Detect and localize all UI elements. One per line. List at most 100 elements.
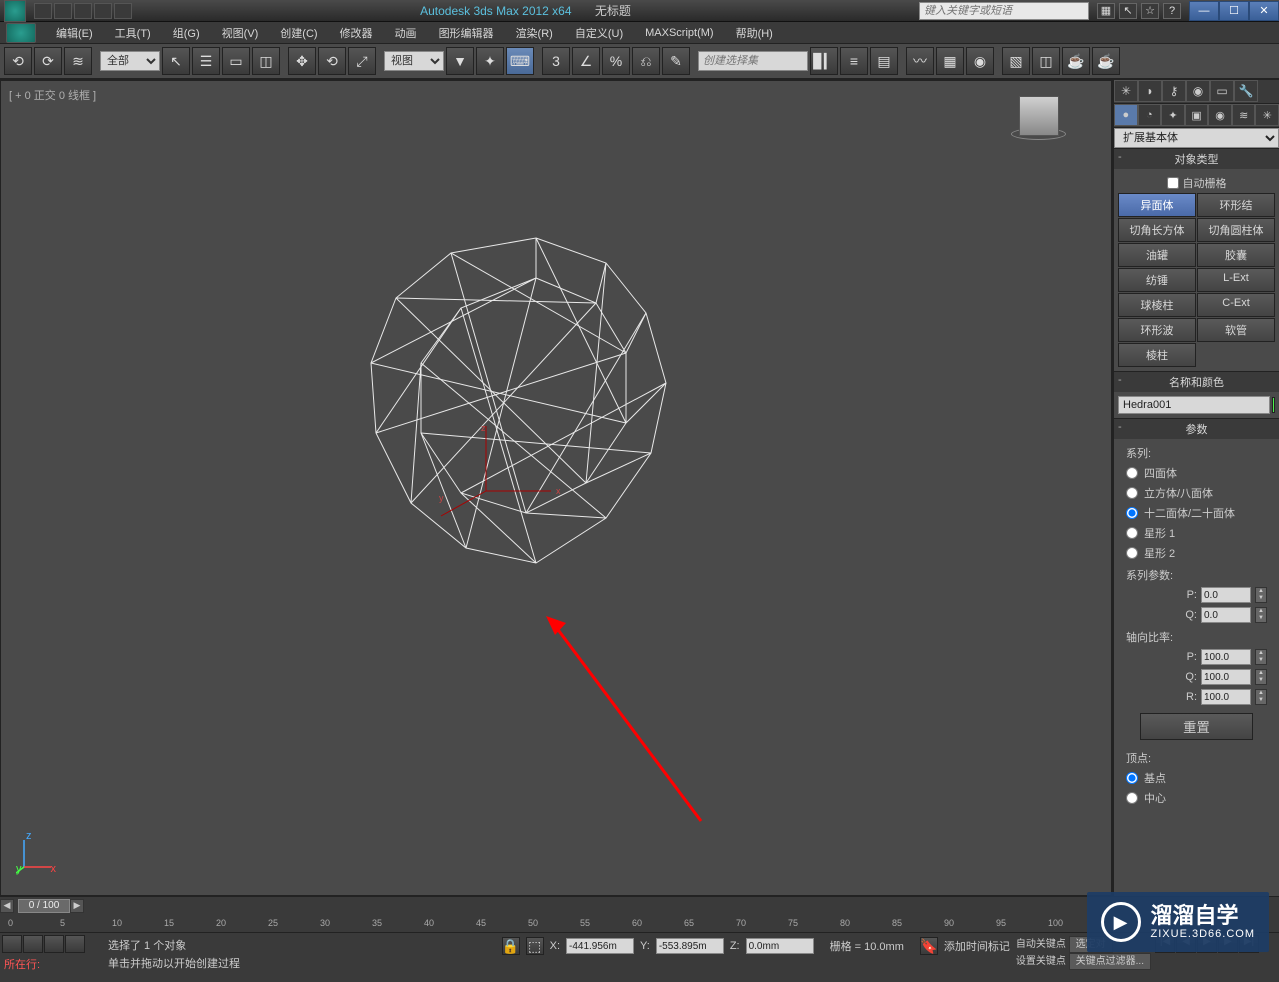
viewport-label[interactable]: [ + 0 正交 0 线框 ] (9, 87, 96, 103)
type-btn-6[interactable]: 纺锤 (1118, 268, 1196, 292)
menu-group[interactable]: 组(G) (163, 23, 210, 43)
p-spinner[interactable]: ▲▼ (1255, 587, 1267, 603)
type-btn-5[interactable]: 胶囊 (1197, 243, 1275, 267)
type-btn-11[interactable]: 软管 (1197, 318, 1275, 342)
type-btn-0[interactable]: 异面体 (1118, 193, 1196, 217)
rotate-icon[interactable]: ⟲ (318, 47, 346, 75)
grid-icon[interactable]: ▦ (1097, 3, 1115, 19)
type-btn-1[interactable]: 环形结 (1197, 193, 1275, 217)
subtab-space[interactable]: ≋ (1232, 104, 1256, 126)
tc-2[interactable] (23, 935, 43, 953)
subtab-helpers[interactable]: ◉ (1208, 104, 1232, 126)
type-btn-9[interactable]: C-Ext (1197, 293, 1275, 317)
ar-input[interactable] (1201, 689, 1251, 705)
family-radio-3[interactable] (1126, 527, 1138, 539)
family-radio-1[interactable] (1126, 487, 1138, 499)
type-btn-7[interactable]: L-Ext (1197, 268, 1275, 292)
select-window-icon[interactable]: ◫ (252, 47, 280, 75)
help-icon[interactable]: ? (1163, 3, 1181, 19)
aq-spinner[interactable]: ▲▼ (1255, 669, 1267, 685)
manip-icon[interactable]: ✦ (476, 47, 504, 75)
pivot-icon[interactable]: ▼ (446, 47, 474, 75)
menu-graph[interactable]: 图形编辑器 (429, 23, 504, 43)
unlink-icon[interactable]: ⟳ (34, 47, 62, 75)
app-menu-icon[interactable] (6, 23, 36, 43)
pointer-icon[interactable]: ↖ (1119, 3, 1137, 19)
vertex-radio-0[interactable] (1126, 772, 1138, 784)
app-icon[interactable] (4, 0, 26, 22)
scale-icon[interactable]: ⤢ (348, 47, 376, 75)
set-key-button[interactable]: 设置关键点 (1016, 956, 1066, 967)
ap-input[interactable] (1201, 649, 1251, 665)
snap-angle-icon[interactable]: ∠ (572, 47, 600, 75)
iso-icon[interactable]: ⬚ (526, 937, 544, 955)
lock-icon[interactable]: 🔒 (502, 937, 520, 955)
minimize-button[interactable]: — (1189, 1, 1219, 21)
p-input[interactable] (1201, 587, 1251, 603)
menu-animation[interactable]: 动画 (385, 23, 427, 43)
key-filter-button[interactable]: 关键点过滤器... (1069, 953, 1151, 970)
tc-1[interactable] (2, 935, 22, 953)
save-icon[interactable] (74, 3, 92, 19)
subtab-cameras[interactable]: ▣ (1185, 104, 1209, 126)
tab-motion[interactable]: ◉ (1186, 80, 1210, 102)
color-swatch[interactable] (1272, 397, 1275, 413)
autogrid-checkbox[interactable] (1167, 177, 1179, 189)
maximize-button[interactable]: ☐ (1219, 1, 1249, 21)
tab-display[interactable]: ▭ (1210, 80, 1234, 102)
render-frame-icon[interactable]: ◫ (1032, 47, 1060, 75)
auto-key-button[interactable]: 自动关键点 (1016, 939, 1066, 950)
tab-utilities[interactable]: 🔧 (1234, 80, 1258, 102)
mirror-icon[interactable]: ▊▎ (810, 47, 838, 75)
family-radio-4[interactable] (1126, 547, 1138, 559)
open-icon[interactable] (54, 3, 72, 19)
params-header[interactable]: 参数 (1114, 419, 1279, 439)
menu-tools[interactable]: 工具(T) (105, 23, 161, 43)
tag-icon[interactable]: 🔖 (920, 937, 938, 955)
family-radio-0[interactable] (1126, 467, 1138, 479)
type-btn-3[interactable]: 切角圆柱体 (1197, 218, 1275, 242)
edit-named-icon[interactable]: ✎ (662, 47, 690, 75)
search-input[interactable] (919, 2, 1089, 20)
material-icon[interactable]: ◉ (966, 47, 994, 75)
object-type-header[interactable]: 对象类型 (1114, 149, 1279, 169)
tab-modify[interactable]: ◗ (1138, 80, 1162, 102)
type-btn-8[interactable]: 球棱柱 (1118, 293, 1196, 317)
select-icon[interactable]: ↖ (162, 47, 190, 75)
type-btn-10[interactable]: 环形波 (1118, 318, 1196, 342)
render-prod-icon[interactable]: ☕ (1092, 47, 1120, 75)
menu-help[interactable]: 帮助(H) (726, 23, 783, 43)
subtab-lights[interactable]: ✦ (1161, 104, 1185, 126)
move-icon[interactable]: ✥ (288, 47, 316, 75)
snap-percent-icon[interactable]: % (602, 47, 630, 75)
subtab-shapes[interactable]: ◔ (1138, 104, 1162, 126)
object-name-input[interactable] (1118, 396, 1270, 414)
bind-icon[interactable]: ≋ (64, 47, 92, 75)
menu-modifiers[interactable]: 修改器 (330, 23, 383, 43)
type-btn-4[interactable]: 油罐 (1118, 243, 1196, 267)
redo-icon[interactable] (114, 3, 132, 19)
star-icon[interactable]: ☆ (1141, 3, 1159, 19)
render-icon[interactable]: ☕ (1062, 47, 1090, 75)
curve-editor-icon[interactable]: 〰 (906, 47, 934, 75)
add-time-tag[interactable]: 添加时间标记 (944, 938, 1010, 954)
snap-spinner-icon[interactable]: ⎌ (632, 47, 660, 75)
new-icon[interactable] (34, 3, 52, 19)
tab-hierarchy[interactable]: ⚷ (1162, 80, 1186, 102)
z-input[interactable] (746, 938, 814, 954)
family-radio-2[interactable] (1126, 507, 1138, 519)
time-prev[interactable]: ◀ (0, 899, 14, 913)
reset-button[interactable]: 重置 (1140, 713, 1253, 740)
q-spinner[interactable]: ▲▼ (1255, 607, 1267, 623)
menu-customize[interactable]: 自定义(U) (565, 23, 633, 43)
align-icon[interactable]: ≡ (840, 47, 868, 75)
q-input[interactable] (1201, 607, 1251, 623)
layers-icon[interactable]: ▤ (870, 47, 898, 75)
refcoord-dropdown[interactable]: 视图 (384, 51, 444, 71)
time-slider[interactable]: 0 / 100 (18, 899, 70, 913)
ar-spinner[interactable]: ▲▼ (1255, 689, 1267, 705)
vertex-radio-1[interactable] (1126, 792, 1138, 804)
link-icon[interactable]: ⟲ (4, 47, 32, 75)
subtab-systems[interactable]: ✳ (1255, 104, 1279, 126)
x-input[interactable] (566, 938, 634, 954)
